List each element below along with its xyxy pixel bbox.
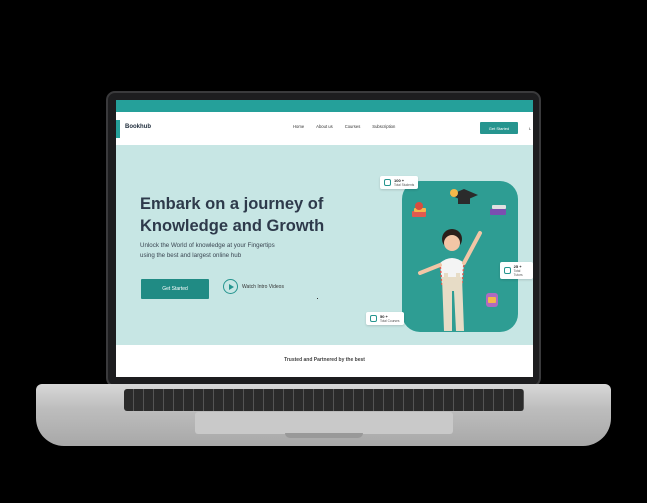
stat-tutors: 25 + Total Tutors bbox=[500, 262, 533, 279]
nav-get-started-button[interactable]: Get Started bbox=[480, 122, 518, 134]
stat-tutors-label: Total Tutors bbox=[513, 269, 523, 277]
laptop-screen: Bookhub Home About us Courses Subscripti… bbox=[116, 100, 533, 377]
nav-link-courses[interactable]: Courses bbox=[345, 124, 361, 129]
student-illustration-icon bbox=[412, 189, 506, 331]
logo-accent bbox=[116, 120, 120, 138]
stat-students: 100 + Total Students bbox=[380, 176, 419, 189]
nav-link-home[interactable]: Home bbox=[293, 124, 304, 129]
book-icon bbox=[370, 315, 377, 322]
nav-link-about[interactable]: About us bbox=[316, 124, 333, 129]
stat-students-label: Total Students bbox=[394, 183, 415, 187]
trusted-section: Trusted and Partnered by the best bbox=[116, 345, 533, 377]
hero-subtitle-line-1: Unlock the World of knowledge at your Fi… bbox=[140, 242, 275, 249]
laptop-notch bbox=[285, 433, 363, 438]
hero-section: Embark on a journey of Knowledge and Gro… bbox=[116, 145, 533, 345]
nav-links: Home About us Courses Subscription bbox=[293, 124, 395, 129]
hero-title-line-1: Embark on a journey of bbox=[140, 195, 324, 213]
hero-subtitle-line-2: using the best and largest online hub bbox=[140, 252, 242, 259]
hero-get-started-button[interactable]: Get Started bbox=[141, 279, 209, 299]
stat-courses: 50 + Total Courses bbox=[366, 312, 404, 325]
hero-subtitle: Unlock the World of knowledge at your Fi… bbox=[140, 241, 330, 261]
play-icon[interactable] bbox=[223, 279, 238, 294]
laptop-keyboard bbox=[124, 389, 524, 411]
hero-title: Embark on a journey of Knowledge and Gro… bbox=[140, 193, 340, 237]
site-logo[interactable]: Bookhub bbox=[125, 124, 151, 130]
tutor-icon bbox=[504, 267, 511, 274]
watch-intro-label[interactable]: Watch Intro Videos bbox=[242, 284, 284, 290]
top-accent-bar bbox=[116, 100, 533, 112]
hero-illustration bbox=[402, 181, 518, 332]
trusted-heading: Trusted and Partnered by the best bbox=[284, 357, 365, 363]
laptop-trackpad bbox=[195, 412, 453, 434]
stat-courses-label: Total Courses bbox=[380, 319, 400, 323]
watch-intro-link[interactable]: Watch Intro Videos bbox=[223, 279, 284, 294]
nav-link-subscription[interactable]: Subscription bbox=[372, 124, 395, 129]
student-icon bbox=[384, 179, 391, 186]
navbar: Bookhub Home About us Courses Subscripti… bbox=[116, 112, 533, 145]
decorative-dot bbox=[317, 298, 318, 299]
nav-edge-text: L bbox=[529, 126, 532, 131]
hero-title-line-2: Knowledge and Growth bbox=[140, 217, 325, 235]
